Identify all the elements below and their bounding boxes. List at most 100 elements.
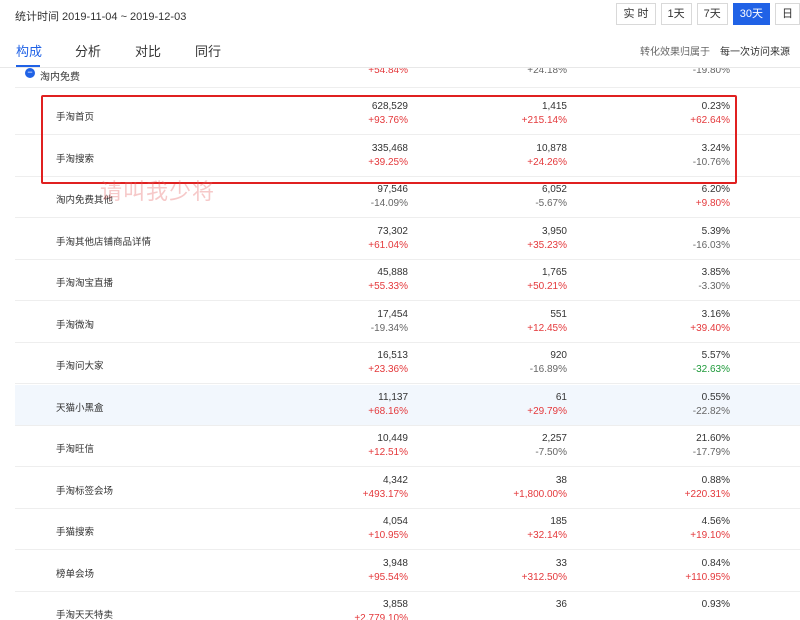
attribution-setting[interactable]: 转化效果归属于 每一次访问来源 [640, 43, 790, 58]
orders-value: 1,765 [541, 267, 567, 278]
tab-analysis[interactable]: 分析 [75, 41, 101, 60]
orders-value: 61 [555, 391, 567, 403]
visitors-value: 73,302 [377, 225, 408, 237]
row-visitors: 11,137 +68.16% [368, 392, 408, 417]
row-source-name: 手淘搜索 [56, 153, 95, 165]
row-source-name: 手淘问大家 [56, 361, 104, 372]
range-button[interactable]: 日 [775, 3, 800, 25]
orders-change: +32.14% [527, 530, 567, 541]
group-row: − 淘内免费 +54.84% +24.18% -19.80% [15, 68, 800, 88]
visitors-change: +61.04% [368, 239, 408, 251]
attribution-label: 转化效果归属于 [640, 47, 710, 58]
row-visitors: 10,449 +12.51% [368, 433, 408, 458]
orders-value: 38 [555, 474, 567, 486]
source-table: − 淘内免费 +54.84% +24.18% -19.80% 手淘首页 628,5… [15, 68, 800, 620]
table-row[interactable]: 手淘微淘 17,454 -19.34% 551 +12.45% 3.16% +39.40% [15, 301, 800, 343]
table-row[interactable]: 淘内免费其他 97,546 -14.09% 6,052 -5.67% 6.20% +9.80… [15, 177, 800, 218]
row-conversion: 3.16% +39.40% [690, 309, 730, 334]
row-orders: 33 +312.50% [522, 558, 567, 583]
row-conversion: 3.24% -10.76% [693, 143, 730, 168]
row-source-name: 天猫小黑盒 [56, 402, 104, 414]
table-row[interactable]: 手猫搜索 4,054 +10.95% 185 +32.14% 4.56% +19.10% [15, 509, 800, 550]
table-row[interactable]: 手淘标签会场 4,342 +493.17% 38 +1,800.00% 0.88% +220… [15, 467, 800, 509]
row-conversion: 0.88% +220.31% [685, 475, 730, 500]
tab-composition[interactable]: 构成 [16, 41, 42, 60]
orders-change: +29.79% [527, 405, 567, 417]
tab-peers[interactable]: 同行 [195, 41, 221, 60]
table-row[interactable]: 手淘天天特卖 3,858 +2,779.10% 36 0.93% [15, 592, 800, 620]
group-label: 淘内免费 [40, 72, 80, 83]
row-orders: 61 +29.79% [527, 392, 567, 417]
row-conversion: 0.23% +62.64% [690, 101, 730, 126]
row-conversion: 4.56% +19.10% [690, 516, 730, 541]
row-orders: 36 [556, 599, 567, 613]
visitors-change: +493.17% [362, 488, 408, 500]
conversion-value: 3.16% [701, 308, 730, 320]
visitors-change: +68.16% [368, 405, 408, 417]
conversion-change: -22.82% [692, 405, 730, 417]
orders-value: 551 [550, 308, 567, 320]
row-conversion: 0.84% +110.95% [685, 558, 730, 583]
visitors-change: +12.51% [368, 447, 408, 458]
row-source-name: 手淘天天特卖 [56, 610, 114, 620]
table-row[interactable]: 手淘搜索 335,468 +39.25% 10,878 +24.26% 3.24% -10.… [15, 135, 800, 177]
conversion-value: 3.85% [701, 267, 730, 278]
row-conversion: 5.57% -32.63% [693, 350, 730, 375]
conversion-value: 0.93% [701, 599, 730, 610]
visitors-value: 16,513 [377, 350, 408, 361]
conversion-value: 0.23% [701, 101, 730, 112]
row-visitors: 45,888 +55.33% [368, 267, 408, 292]
conversion-change: +220.31% [684, 488, 730, 500]
conversion-change: -16.03% [692, 239, 730, 251]
conversion-change: -32.63% [692, 364, 730, 375]
range-button[interactable]: 30天 [732, 3, 770, 25]
conversion-change: +9.80% [695, 198, 730, 209]
group-c3: -19.80% [693, 68, 730, 76]
row-orders: 3,950 +35.23% [527, 226, 567, 251]
visitors-change: +93.76% [368, 115, 408, 126]
orders-change: +312.50% [521, 571, 567, 583]
row-conversion: 3.85% -3.30% [698, 267, 730, 292]
table-row[interactable]: 手淘其他店铺商品详情 73,302 +61.04% 3,950 +35.23% 5.39%… [15, 218, 800, 260]
row-source-name: 手淘标签会场 [56, 485, 114, 497]
row-visitors: 97,546 -14.09% [371, 184, 408, 209]
range-button[interactable]: 1天 [660, 3, 692, 25]
active-tab-indicator [16, 65, 40, 67]
visitors-value: 628,529 [371, 101, 408, 112]
conversion-value: 0.84% [701, 557, 730, 569]
table-row[interactable]: 手淘首页 628,529 +93.76% 1,415 +215.14% 0.23% +62.… [15, 94, 800, 135]
orders-change: -5.67% [535, 198, 567, 209]
row-visitors: 4,054 +10.95% [368, 516, 408, 541]
conversion-value: 3.24% [701, 142, 730, 154]
orders-change: -7.50% [535, 447, 567, 458]
range-button[interactable]: 实 时 [616, 3, 656, 25]
table-row[interactable]: 天猫小黑盒 11,137 +68.16% 61 +29.79% 0.55% -22.82% [15, 384, 800, 426]
row-conversion: 21.60% -17.79% [693, 433, 730, 458]
row-orders: 551 +12.45% [527, 309, 567, 334]
row-visitors: 3,858 +2,779.10% [354, 599, 408, 620]
orders-value: 33 [555, 557, 567, 569]
visitors-value: 3,948 [382, 557, 408, 569]
range-button[interactable]: 7天 [696, 3, 728, 25]
row-orders: 920 -16.89% [530, 350, 567, 375]
row-visitors: 3,948 +95.54% [368, 558, 408, 583]
orders-value: 3,950 [541, 225, 567, 237]
table-row[interactable]: 手淘旺信 10,449 +12.51% 2,257 -7.50% 21.60% -17.79… [15, 426, 800, 467]
collapse-icon[interactable]: − [25, 68, 35, 78]
attribution-value[interactable]: 每一次访问来源 [720, 47, 790, 58]
conversion-change: +19.10% [690, 530, 730, 541]
row-orders: 10,878 +24.26% [527, 143, 567, 168]
group-c3-change: -19.80% [692, 68, 730, 76]
visitors-change: -19.34% [370, 322, 408, 334]
row-conversion: 5.39% -16.03% [693, 226, 730, 251]
table-row[interactable]: 手淘淘宝直播 45,888 +55.33% 1,765 +50.21% 3.85% -3.3… [15, 260, 800, 301]
orders-value: 2,257 [541, 433, 567, 444]
range-buttons: 实 时 1天 7天 30天日 [611, 3, 800, 25]
row-source-name: 手淘微淘 [56, 319, 95, 331]
orders-value: 1,415 [541, 101, 567, 112]
orders-change: +215.14% [521, 115, 567, 126]
tab-compare[interactable]: 对比 [135, 41, 161, 60]
table-row[interactable]: 手淘问大家 16,513 +23.36% 920 -16.89% 5.57% -32.63% [15, 343, 800, 384]
table-row[interactable]: 榜单会场 3,948 +95.54% 33 +312.50% 0.84% +110.95% [15, 550, 800, 592]
row-source-name: 榜单会场 [56, 568, 95, 580]
